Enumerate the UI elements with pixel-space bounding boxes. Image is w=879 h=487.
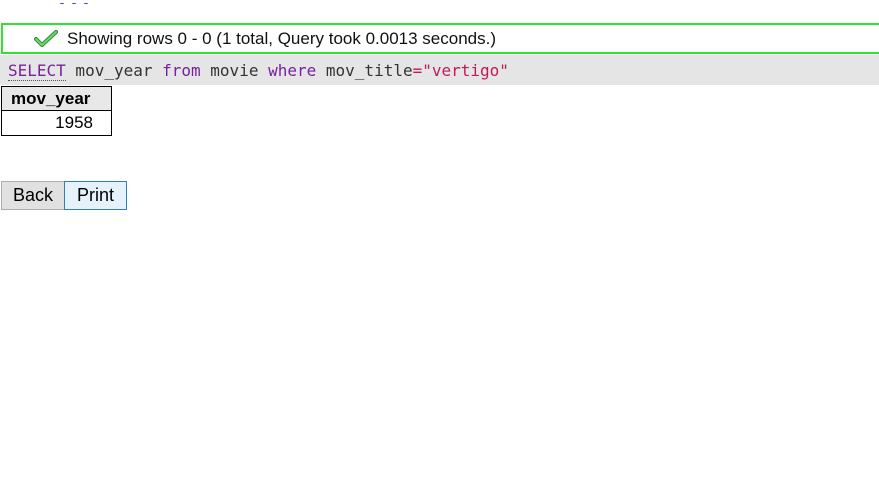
table-row: 1958 [1, 110, 112, 136]
results-table: mov_year 1958 [1, 86, 112, 136]
column-header-mov-year[interactable]: mov_year [1, 86, 112, 111]
table-header-row: mov_year [1, 86, 112, 111]
print-button[interactable]: Print [64, 181, 127, 210]
truncated-link-fragment [60, 0, 100, 4]
sql-field: mov_title [316, 61, 413, 80]
sql-column: mov_year [65, 61, 163, 80]
success-message-box: Showing rows 0 - 0 (1 total, Query took … [1, 23, 879, 54]
checkmark-icon [34, 30, 58, 47]
table-cell: 1958 [1, 110, 112, 136]
sql-string-value: "vertigo" [422, 61, 509, 80]
sql-query-text: SELECT mov_year from movie where mov_tit… [8, 61, 509, 81]
success-message-text: Showing rows 0 - 0 (1 total, Query took … [67, 29, 497, 48]
sql-table: movie [200, 61, 269, 80]
sql-keyword-select[interactable]: SELECT [8, 61, 66, 81]
sql-keyword-where: where [268, 61, 317, 80]
back-button[interactable]: Back [1, 181, 65, 210]
sql-query-bar: SELECT mov_year from movie where mov_tit… [0, 55, 879, 85]
sql-operator: = [412, 61, 423, 80]
sql-keyword-from: from [162, 61, 201, 80]
